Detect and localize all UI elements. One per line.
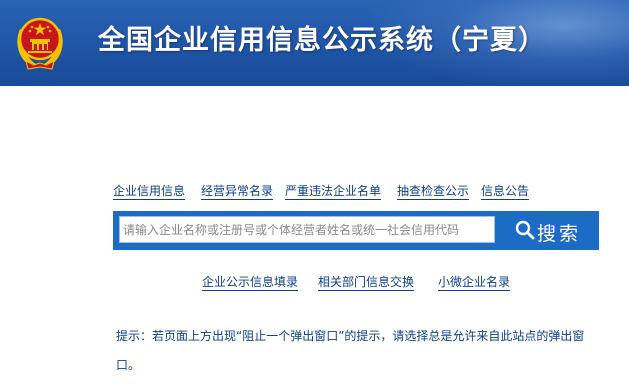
nav-link-announcements[interactable]: 信息公告 (481, 184, 530, 200)
search-bar: 搜索 (113, 211, 599, 250)
search-button-label: 搜索 (537, 223, 582, 245)
link-department-info-exchange[interactable]: 相关部门信息交换 (318, 275, 415, 291)
nav-link-spot-check[interactable]: 抽查检查公示 (397, 184, 470, 200)
national-emblem-icon (17, 17, 63, 70)
search-icon (515, 220, 535, 240)
nav-link-serious-violation[interactable]: 严重违法企业名单 (285, 184, 382, 200)
nav-link-abnormal-list[interactable]: 经营异常名录 (201, 184, 274, 200)
search-button[interactable]: 搜索 (505, 211, 599, 250)
search-input[interactable] (119, 216, 495, 243)
popup-tip: 提示：若页面上方出现“阻止一个弹出窗口”的提示，请选择总是允许来自此站点的弹出窗… (116, 329, 585, 372)
link-company-info-filing[interactable]: 企业公示信息填录 (202, 275, 299, 291)
site-header: 全国企业信用信息公示系统（宁夏） (0, 0, 629, 86)
nav-link-credit-info[interactable]: 企业信用信息 (113, 184, 186, 200)
site-title: 全国企业信用信息公示系统（宁夏） (98, 25, 546, 56)
link-small-micro-list[interactable]: 小微企业名录 (438, 275, 511, 291)
